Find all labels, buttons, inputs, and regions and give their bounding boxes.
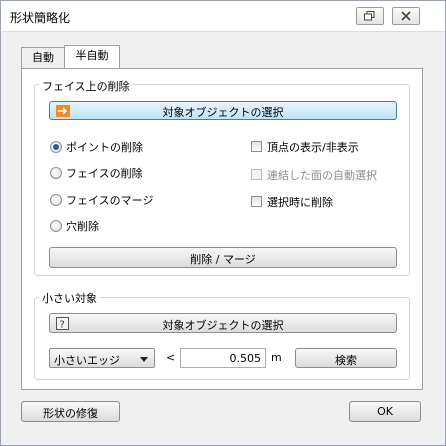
radio-delete-face[interactable] — [50, 167, 62, 179]
restore-button[interactable] — [356, 7, 384, 25]
face-removal-group-title: フェイス上の削除 — [39, 78, 133, 94]
small-type-dropdown-value: 小さいエッジ — [54, 354, 120, 367]
title-bar: 形状簡略化 — [1, 1, 445, 32]
small-objects-group-title: 小さい対象 — [39, 290, 100, 306]
tab-auto[interactable]: 自動 — [21, 47, 65, 68]
repair-shape-label: 形状の修復 — [43, 407, 98, 420]
comparison-operator: < — [166, 351, 176, 364]
radio-delete-hole-label: 穴削除 — [66, 220, 99, 233]
checkbox-show-vertices-label: 頂点の表示/非表示 — [267, 141, 359, 154]
ok-label: OK — [377, 405, 393, 418]
tab-semi-auto[interactable]: 半自動 — [64, 45, 120, 68]
search-button-label: 検索 — [335, 354, 357, 367]
close-button[interactable] — [392, 7, 420, 25]
radio-selected-dot — [53, 144, 59, 150]
search-button[interactable]: 検索 — [295, 348, 397, 368]
checkbox-show-vertices[interactable] — [251, 141, 262, 152]
repair-shape-button[interactable]: 形状の修復 — [21, 401, 120, 422]
window-title: 形状簡略化 — [10, 11, 71, 25]
window-restore-icon — [364, 11, 375, 21]
close-icon — [401, 11, 411, 21]
small-select-object-label: 対象オブジェクトの選択 — [162, 319, 284, 332]
radio-merge-face-label: フェイスのマージ — [66, 194, 154, 207]
radio-delete-point[interactable] — [50, 141, 62, 153]
checkbox-delete-on-select-label: 選択時に削除 — [267, 196, 333, 209]
delete-merge-button[interactable]: 削除 / マージ — [49, 247, 397, 268]
radio-delete-hole[interactable] — [50, 220, 62, 232]
chevron-down-icon — [140, 357, 148, 362]
delete-merge-label: 削除 / マージ — [190, 253, 256, 266]
checkbox-auto-select-connected[interactable] — [251, 169, 262, 180]
size-threshold-value: 0.505 — [229, 352, 262, 365]
radio-merge-face[interactable] — [50, 194, 62, 206]
checkbox-delete-on-select[interactable] — [251, 196, 262, 207]
ok-button[interactable]: OK — [349, 401, 421, 422]
small-select-object-button[interactable]: ? 対象オブジェクトの選択 — [49, 313, 397, 333]
tab-panel: フェイス上の削除 対象オブジェクトの選択 ポイントの削除 フェイスの削除 フェイ… — [21, 68, 423, 390]
unit-label: m — [271, 351, 282, 364]
radio-delete-point-label: ポイントの削除 — [66, 141, 143, 154]
checkbox-auto-select-connected-label: 連結した面の自動選択 — [267, 169, 377, 182]
dialog-window: 形状簡略化 自動 半自動 フェイス上の削除 対象オブジェクトの選択 ポイントの削… — [0, 0, 446, 446]
small-type-dropdown[interactable]: 小さいエッジ — [49, 348, 155, 368]
radio-delete-face-label: フェイスの削除 — [66, 167, 143, 180]
tab-auto-label: 自動 — [32, 51, 54, 64]
tab-semi-auto-label: 半自動 — [75, 49, 109, 62]
face-select-object-button[interactable]: 対象オブジェクトの選択 — [49, 101, 397, 120]
face-select-object-label: 対象オブジェクトの選択 — [162, 106, 284, 119]
size-threshold-input[interactable]: 0.505 — [180, 348, 266, 368]
